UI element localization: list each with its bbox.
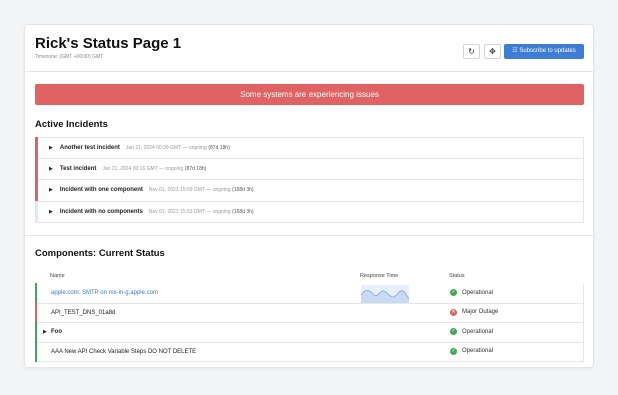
incident-name: Test incident <box>59 165 97 172</box>
column-response-time: Response Time <box>360 273 399 279</box>
incident-meta: Jan 21, 2024 00:16 GMT — ongoing <box>102 165 184 172</box>
table-header: Name Response Time Status <box>35 270 584 284</box>
table-row[interactable]: ▶ Foo ✓ Operational <box>35 322 584 343</box>
component-name: API_TEST_DNS_01a8d <box>51 309 116 316</box>
expand-caret-icon: ▶ <box>49 187 53 194</box>
expand-icon: ✥ <box>489 47 496 56</box>
check-circle-icon: ✓ <box>450 347 457 355</box>
incident-duration: (168d 3h) <box>232 208 254 215</box>
incident-row[interactable]: ▶ Incident with no components Nov 01, 20… <box>35 200 584 223</box>
status-text: Operational <box>462 348 494 354</box>
refresh-button[interactable]: ↻ <box>463 44 480 59</box>
status-bar <box>35 302 37 323</box>
components-heading: Components: Current Status <box>35 248 165 259</box>
status-bar <box>35 283 37 304</box>
status-bar <box>35 322 37 343</box>
incident-row[interactable]: ▶ Incident with one component Nov 01, 20… <box>35 179 584 202</box>
expand-caret-icon[interactable]: ▶ <box>43 329 47 335</box>
active-incidents-heading: Active Incidents <box>35 119 108 130</box>
subscribe-label: Subscribe to updates <box>519 48 576 54</box>
expand-caret-icon: ▶ <box>49 208 53 215</box>
status-indicator: ✓ Operational <box>450 328 493 335</box>
incident-name: Incident with one component <box>59 187 143 194</box>
incident-severity-bar <box>35 157 38 180</box>
incident-severity-bar <box>35 137 38 159</box>
components-table: Name Response Time Status apple.com: SMT… <box>35 270 584 362</box>
expand-button[interactable]: ✥ <box>484 44 501 59</box>
incident-meta: Nov 01, 2023 15:59 GMT — ongoing <box>148 187 231 194</box>
incident-duration: (87d 18h) <box>208 144 230 151</box>
incident-severity-bar <box>35 179 38 202</box>
incident-severity-bar <box>35 200 38 223</box>
column-name: Name <box>50 273 65 279</box>
table-row: API_TEST_DNS_01a8d ✕ Major Outage <box>35 302 584 323</box>
incident-row[interactable]: ▶ Another test incident Jan 21, 2024 00:… <box>35 137 584 159</box>
status-indicator: ✓ Operational <box>450 347 494 355</box>
incident-duration: (87d 18h) <box>184 165 207 172</box>
table-row: AAA New API Check Variable Steps DO NOT … <box>35 341 584 362</box>
refresh-icon: ↻ <box>468 47 475 56</box>
expand-caret-icon: ▶ <box>49 144 53 151</box>
rss-icon: ☷ <box>512 48 518 54</box>
incident-meta: Jan 21, 2024 00:39 GMT — ongoing <box>125 144 207 151</box>
subscribe-button[interactable]: ☷ Subscribe to updates <box>504 44 584 59</box>
incident-name: Another test incident <box>59 144 120 151</box>
check-circle-icon: ✓ <box>450 328 457 335</box>
component-link[interactable]: apple.com: SMTP on mx-in-g.apple.com <box>51 290 158 296</box>
page-header: Rick's Status Page 1 Timezone: (GMT +00:… <box>25 25 593 72</box>
status-bar <box>35 341 37 362</box>
x-circle-icon: ✕ <box>450 308 457 316</box>
incident-meta: Nov 01, 2023 15:53 GMT — ongoing <box>148 208 231 215</box>
expand-caret-icon: ▶ <box>49 165 53 172</box>
section-divider <box>25 235 593 236</box>
status-page-card: Rick's Status Page 1 Timezone: (GMT +00:… <box>24 24 594 368</box>
component-group-name: Foo <box>51 329 62 335</box>
status-indicator: ✕ Major Outage <box>450 308 499 316</box>
incident-list: ▶ Another test incident Jan 21, 2024 00:… <box>35 137 584 223</box>
status-text: Major Outage <box>462 309 499 315</box>
check-circle-icon: ✓ <box>450 289 457 296</box>
status-indicator: ✓ Operational <box>450 289 493 296</box>
response-time-sparkline <box>361 285 409 303</box>
incident-duration: (168d 3h) <box>232 187 254 194</box>
status-text: Operational <box>462 328 494 335</box>
page-title: Rick's Status Page 1 <box>35 35 182 52</box>
status-banner: Some systems are experiencing issues <box>35 84 584 105</box>
component-name: AAA New API Check Variable Steps DO NOT … <box>51 348 197 355</box>
incident-name: Incident with no components <box>59 208 143 215</box>
table-row: apple.com: SMTP on mx-in-g.apple.com ✓ O… <box>35 283 584 304</box>
status-text: Operational <box>462 289 494 296</box>
incident-row[interactable]: ▶ Test incident Jan 21, 2024 00:16 GMT —… <box>35 157 584 180</box>
timezone-label: Timezone: (GMT +00:00) GMT <box>35 54 104 60</box>
column-status: Status <box>449 273 465 279</box>
